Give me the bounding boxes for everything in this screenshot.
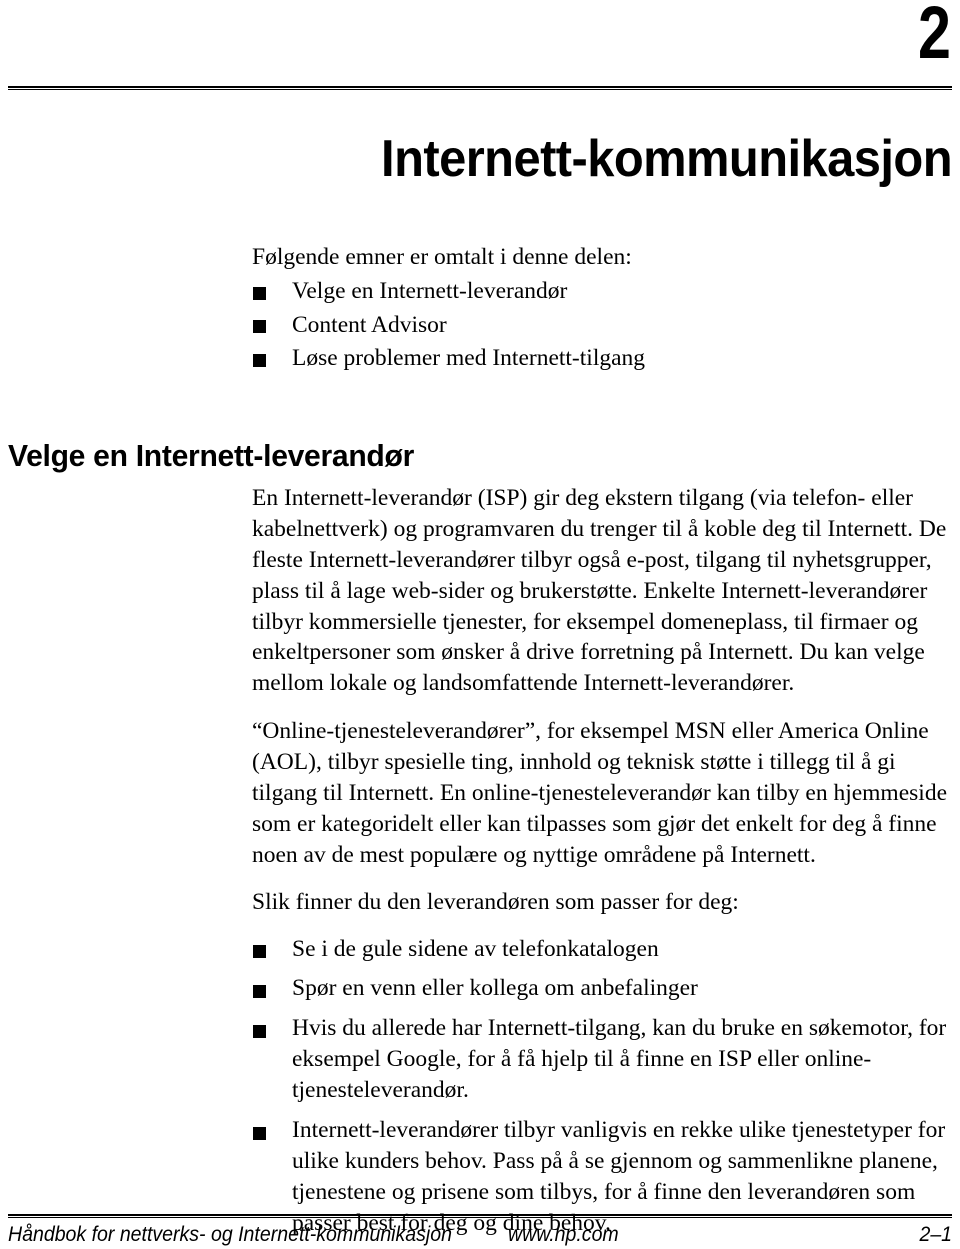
action-list: Se i de gule sidene av telefonkatalogen …	[252, 934, 952, 1239]
square-bullet-icon	[253, 1126, 266, 1140]
square-bullet-icon	[253, 945, 266, 959]
square-bullet-icon	[253, 1025, 266, 1039]
topic-list: Velge en Internett-leverandør Content Ad…	[252, 275, 952, 375]
section-body: En Internett-leverandør (ISP) gir deg ek…	[252, 483, 952, 1239]
list-item: Løse problemer med Internett-tilgang	[252, 342, 952, 375]
list-item: Spør en venn eller kollega om anbefaling…	[252, 973, 952, 1004]
chapter-title: Internett-kommunikasjon	[381, 129, 953, 188]
body-paragraph: En Internett-leverandør (ISP) gir deg ek…	[252, 485, 947, 697]
topic-label: Content Advisor	[292, 311, 447, 338]
header-divider-rule	[8, 86, 952, 90]
footer-page-number: 2–1	[919, 1223, 952, 1246]
action-label: Spør en venn eller kollega om anbefaling…	[292, 975, 698, 1002]
square-bullet-icon	[253, 353, 266, 367]
topic-label: Løse problemer med Internett-tilgang	[292, 344, 646, 371]
chapter-number: 2	[917, 0, 951, 74]
document-page: 2 Internett-kommunikasjon Følgende emner…	[0, 0, 960, 1249]
square-bullet-icon	[253, 320, 266, 334]
square-bullet-icon	[253, 985, 266, 999]
list-item: Content Advisor	[252, 309, 952, 342]
list-item: Velge en Internett-leverandør	[252, 275, 952, 308]
action-list-lead: Slik finner du den leverandøren som pass…	[252, 888, 739, 915]
body-paragraph: “Online-tjenesteleverandører”, for eksem…	[252, 718, 947, 868]
list-item: Hvis du allerede har Internett-tilgang, …	[252, 1013, 952, 1106]
intro-lead-text: Følgende emner er omtalt i denne delen:	[252, 244, 632, 270]
section-heading: Velge en Internett-leverandør	[8, 437, 414, 473]
topic-label: Velge en Internett-leverandør	[292, 278, 568, 305]
footer-website-url: www.hp.com	[508, 1223, 619, 1246]
action-label: Se i de gule sidene av telefonkatalogen	[292, 935, 659, 962]
square-bullet-icon	[253, 287, 266, 300]
footer-document-title: Håndbok for nettverks- og Internett-komm…	[8, 1223, 452, 1246]
footer-divider-rule	[8, 1214, 952, 1218]
intro-block: Følgende emner er omtalt i denne delen: …	[252, 242, 952, 375]
list-item: Se i de gule sidene av telefonkatalogen	[252, 934, 952, 965]
page-footer: Håndbok for nettverks- og Internett-komm…	[8, 1221, 952, 1249]
action-label: Hvis du allerede har Internett-tilgang, …	[292, 1015, 947, 1104]
